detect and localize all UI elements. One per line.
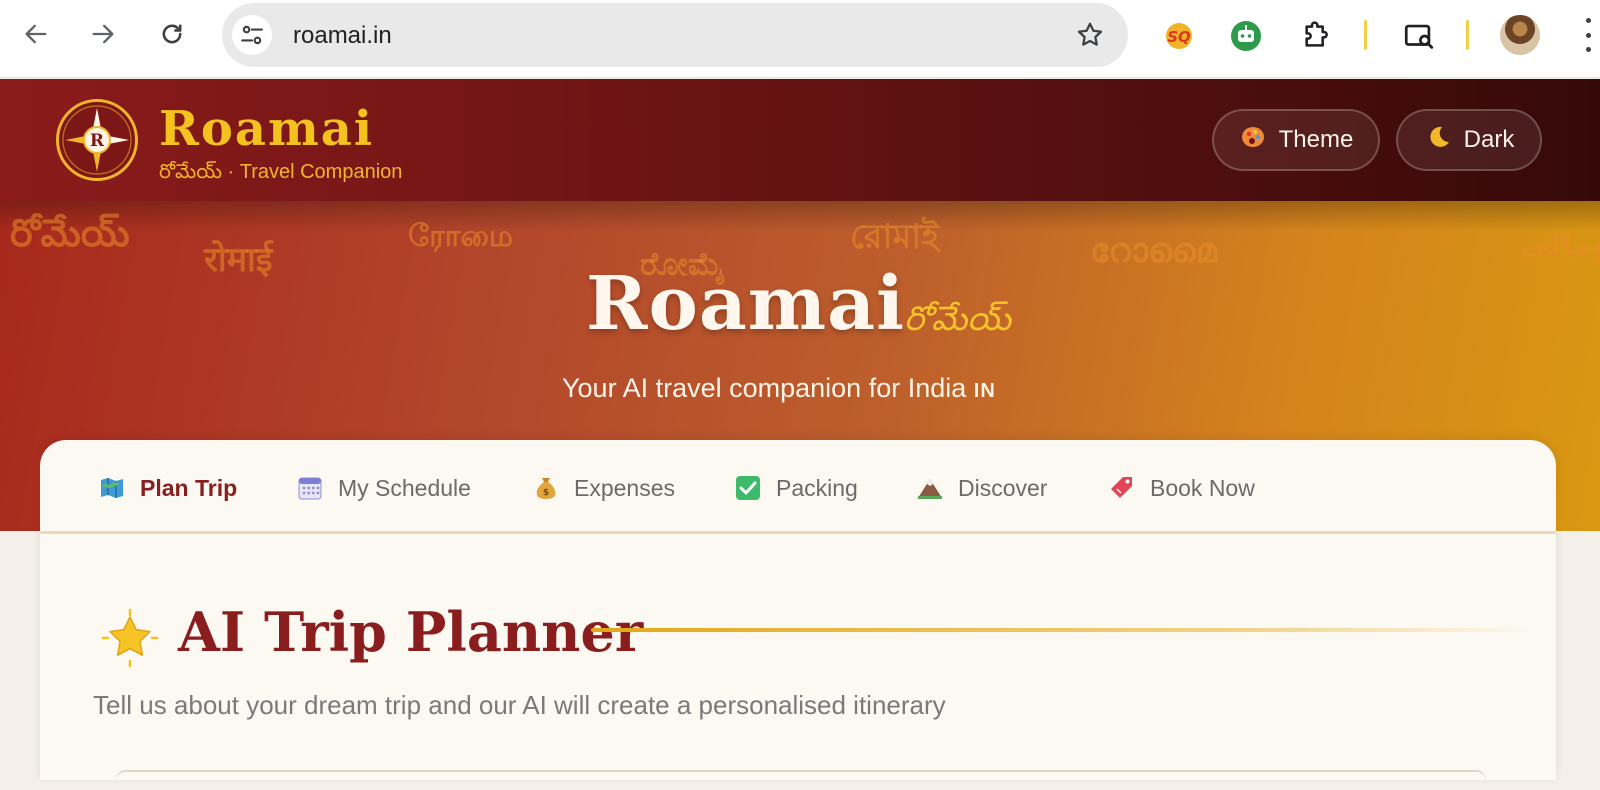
- section-divider: [591, 628, 1531, 632]
- tab-discover[interactable]: Discover: [916, 468, 1047, 508]
- brand-tagline: రోమేయ్ · Travel Companion: [159, 161, 403, 183]
- map-icon: [98, 474, 126, 502]
- toolbar-separator: [1364, 20, 1367, 50]
- form-container-edge: [116, 770, 1486, 790]
- theme-button[interactable]: Theme: [1212, 109, 1380, 171]
- palette-icon: [1239, 123, 1267, 158]
- tab-label: Expenses: [574, 474, 676, 501]
- lens-search-icon[interactable]: [1399, 16, 1439, 56]
- tab-label: Book Now: [1150, 474, 1255, 501]
- money-bag-icon: $: [532, 474, 560, 502]
- hero-subtitle-text: Your AI travel companion for India: [562, 373, 967, 403]
- ticket-icon: [1108, 474, 1136, 502]
- tab-label: Packing: [776, 474, 858, 501]
- bookmark-star-icon[interactable]: [1074, 19, 1106, 51]
- tab-expenses[interactable]: $ Expenses: [532, 468, 675, 508]
- background-script-word: रोमाई: [204, 240, 273, 280]
- glowing-star-icon: [100, 608, 160, 668]
- background-script-word: റോമൈ: [1090, 231, 1217, 271]
- tab-label: My Schedule: [338, 474, 471, 501]
- tab-book-now[interactable]: Book Now: [1108, 468, 1255, 508]
- svg-text:R: R: [90, 131, 105, 151]
- reload-icon[interactable]: [152, 14, 192, 54]
- app-header: R Roamai రోమేయ్ · Travel Companion Theme…: [0, 79, 1600, 201]
- puzzle-extensions-icon[interactable]: [1296, 16, 1336, 56]
- section-title: AI Trip Planner: [178, 600, 644, 664]
- tab-label: Discover: [958, 474, 1048, 501]
- main-card: Plan Trip My Schedule $ Expenses Packing…: [40, 440, 1556, 780]
- back-arrow-icon[interactable]: [16, 14, 56, 54]
- india-flag-label: IN: [973, 380, 996, 402]
- tab-label: Plan Trip: [140, 474, 238, 501]
- svg-text:SQ: SQ: [1167, 28, 1191, 46]
- forward-arrow-icon[interactable]: [83, 14, 123, 54]
- robot-extension-icon[interactable]: [1226, 16, 1266, 56]
- calendar-icon: [296, 474, 324, 502]
- hero-title: Roamai: [586, 261, 906, 347]
- checkbox-icon: [734, 474, 762, 502]
- background-script-word: رومائی: [1520, 227, 1600, 262]
- dark-mode-button[interactable]: Dark: [1396, 109, 1542, 171]
- sq-extension-icon[interactable]: SQ: [1159, 16, 1199, 56]
- theme-button-label: Theme: [1278, 126, 1354, 153]
- site-settings-icon[interactable]: [232, 15, 272, 55]
- mountain-icon: [916, 474, 944, 502]
- compass-logo-icon[interactable]: R: [56, 99, 138, 181]
- hero-subtitle: Your AI travel companion for India IN: [562, 373, 996, 404]
- address-bar[interactable]: roamai.in: [222, 3, 1128, 67]
- tab-plan-trip[interactable]: Plan Trip: [98, 468, 237, 508]
- crescent-moon-icon: [1424, 123, 1452, 158]
- hero-title-telugu: రోమేయ్: [904, 299, 1011, 339]
- dark-button-label: Dark: [1463, 126, 1515, 153]
- background-script-word: ரோமை: [408, 219, 513, 254]
- kebab-menu-icon[interactable]: [1578, 18, 1598, 52]
- svg-text:$: $: [543, 488, 549, 498]
- toolbar-separator: [1466, 20, 1469, 50]
- url-text[interactable]: roamai.in: [293, 22, 392, 50]
- brand-name[interactable]: Roamai: [159, 101, 374, 157]
- background-script-word: রোমাই: [850, 217, 939, 257]
- tab-my-schedule[interactable]: My Schedule: [296, 468, 471, 508]
- background-script-word: రోమేయ్: [10, 211, 130, 255]
- tab-packing[interactable]: Packing: [734, 468, 858, 508]
- browser-toolbar: roamai.in SQ: [0, 0, 1600, 78]
- section-description: Tell us about your dream trip and our AI…: [93, 690, 946, 720]
- profile-avatar[interactable]: [1500, 15, 1540, 55]
- tab-bar: Plan Trip My Schedule $ Expenses Packing…: [40, 440, 1556, 534]
